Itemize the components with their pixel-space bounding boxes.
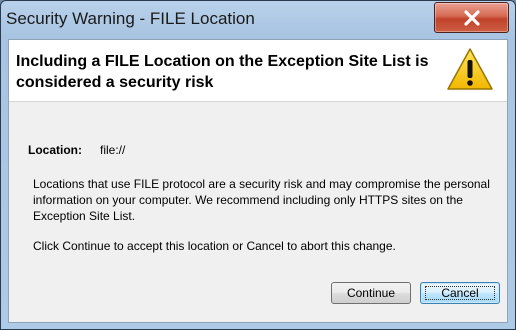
security-warning-dialog: Security Warning - FILE Location Includi… xyxy=(0,0,516,330)
cancel-button-label: Cancel xyxy=(441,286,479,300)
warning-header: Including a FILE Location on the Excepti… xyxy=(9,40,507,102)
risk-description: Locations that use FILE protocol are a s… xyxy=(33,177,490,223)
cancel-button[interactable]: Cancel xyxy=(420,282,500,304)
window-title: Security Warning - FILE Location xyxy=(6,9,255,28)
close-icon xyxy=(464,10,480,26)
location-value: file:// xyxy=(100,143,126,157)
dialog-content: Including a FILE Location on the Excepti… xyxy=(8,39,508,323)
warning-headline: Including a FILE Location on the Excepti… xyxy=(16,53,429,91)
instruction-text: Click Continue to accept this location o… xyxy=(33,239,396,253)
warning-icon xyxy=(447,48,493,90)
location-label: Location: xyxy=(28,143,82,157)
continue-button[interactable]: Continue xyxy=(331,282,411,304)
close-button[interactable] xyxy=(434,2,509,33)
title-bar[interactable]: Security Warning - FILE Location xyxy=(1,1,515,39)
